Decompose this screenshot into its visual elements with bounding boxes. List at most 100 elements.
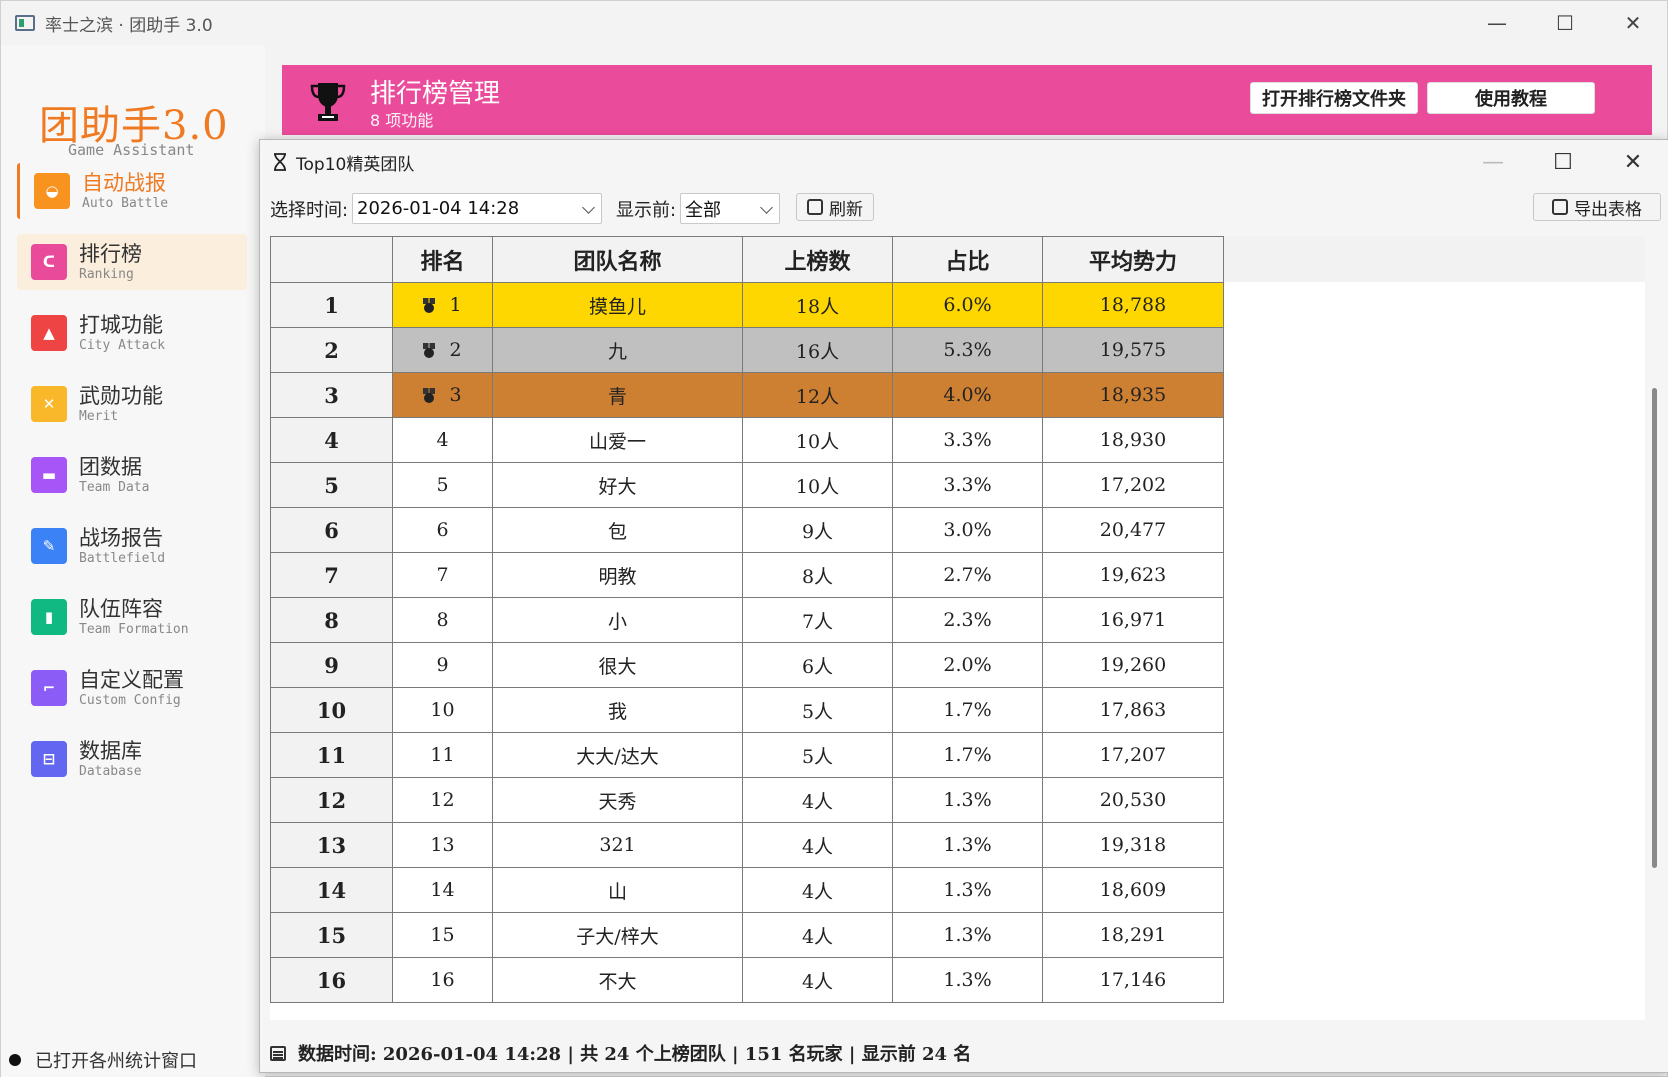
- column-header-rank[interactable]: 排名: [392, 236, 493, 283]
- banner-subtitle: 8 项功能: [370, 111, 434, 130]
- open-ranking-folder-button[interactable]: 打开排行榜文件夹: [1250, 82, 1418, 114]
- ranking-table: 排名 团队名称 上榜数 占比 平均势力 1 1 摸鱼儿 18人 6.0% 18,788 2 2…: [270, 236, 1224, 1003]
- rank-value: 4: [436, 429, 449, 451]
- cell-count: 4人: [742, 912, 893, 958]
- cell-count: 4人: [742, 867, 893, 913]
- cell-team-name: 小: [492, 597, 743, 643]
- cell-rank: 10: [392, 687, 493, 733]
- main-window: 率士之滨 · 团助手 3.0 — ☐ ✕ 团助手3.0 Game Assista…: [0, 0, 1668, 1077]
- minimize-button[interactable]: —: [1463, 1, 1531, 45]
- sidebar-item-database[interactable]: ⊟ 数据库 Database: [17, 731, 247, 787]
- dialog-window-controls: — ☐ ✕: [1458, 140, 1668, 184]
- rank-value: 6: [436, 519, 449, 541]
- dialog-maximize-button[interactable]: ☐: [1528, 140, 1598, 184]
- table-row[interactable]: 16 16 不大 4人 1.3% 17,146: [270, 957, 1224, 1003]
- column-header-avg-power[interactable]: 平均势力: [1042, 236, 1224, 283]
- export-table-button[interactable]: 导出表格: [1533, 193, 1661, 221]
- merit-icon: ✕: [31, 386, 67, 422]
- cell-count: 4人: [742, 957, 893, 1003]
- cell-rank: 3: [392, 372, 493, 418]
- column-header-ratio[interactable]: 占比: [892, 236, 1043, 283]
- cell-ratio: 1.3%: [892, 777, 1043, 823]
- table-row[interactable]: 2 2 九 16人 5.3% 19,575: [270, 327, 1224, 373]
- sidebar-item-sublabel: Battlefield: [79, 551, 166, 566]
- table-row[interactable]: 11 11 大大/达大 5人 1.7% 17,207: [270, 732, 1224, 778]
- sidebar-item-merit[interactable]: ✕ 武勋功能 Merit: [17, 376, 247, 432]
- cell-team-name: 321: [492, 822, 743, 868]
- sidebar-item-auto-battle[interactable]: ◒ 自动战报 Auto Battle: [17, 163, 247, 219]
- sidebar-item-text: 排行榜 Ranking: [79, 241, 142, 283]
- ranking-table-container[interactable]: 排名 团队名称 上榜数 占比 平均势力 1 1 摸鱼儿 18人 6.0% 18,788 2 2…: [270, 236, 1645, 1020]
- cell-team-name: 山: [492, 867, 743, 913]
- cell-avg-power: 17,146: [1042, 957, 1224, 1003]
- table-row[interactable]: 7 7 明教 8人 2.7% 19,623: [270, 552, 1224, 598]
- cell-count: 16人: [742, 327, 893, 373]
- sidebar-item-team-formation[interactable]: ▮ 队伍阵容 Team Formation: [17, 589, 247, 645]
- cell-avg-power: 17,207: [1042, 732, 1224, 778]
- table-row[interactable]: 14 14 山 4人 1.3% 18,609: [270, 867, 1224, 913]
- sidebar-item-custom-config[interactable]: ⌐ 自定义配置 Custom Config: [17, 660, 247, 716]
- cell-avg-power: 19,575: [1042, 327, 1224, 373]
- table-row[interactable]: 6 6 包 9人 3.0% 20,477: [270, 507, 1224, 553]
- cell-count: 4人: [742, 777, 893, 823]
- cell-avg-power: 20,477: [1042, 507, 1224, 553]
- cell-rank: 8: [392, 597, 493, 643]
- cell-count: 9人: [742, 507, 893, 553]
- sidebar-item-battlefield[interactable]: ✎ 战场报告 Battlefield: [17, 518, 247, 574]
- sidebar-item-ranking[interactable]: ᑕ 排行榜 Ranking: [17, 234, 247, 290]
- cell-team-name: 子大/梓大: [492, 912, 743, 958]
- dialog-title: Top10精英团队: [296, 154, 415, 175]
- rank-value: 8: [436, 609, 449, 631]
- show-top-select[interactable]: 全部: [680, 193, 780, 224]
- row-index: 16: [270, 957, 393, 1003]
- status-text: 数据时间: 2026-01-04 14:28 | 共 24 个上榜团队 | 15…: [298, 1044, 972, 1065]
- time-select[interactable]: 2026-01-04 14:28: [352, 193, 602, 224]
- sidebar-item-label: 武勋功能: [79, 384, 163, 408]
- sidebar-item-text: 打城功能 City Attack: [79, 312, 165, 354]
- table-scrollbar[interactable]: [1652, 248, 1658, 1028]
- export-label: 导出表格: [1574, 199, 1642, 220]
- dialog-close-button[interactable]: ✕: [1598, 140, 1668, 184]
- window-title: 率士之滨 · 团助手 3.0: [45, 15, 213, 36]
- close-button[interactable]: ✕: [1599, 1, 1667, 45]
- scrollbar-thumb[interactable]: [1652, 388, 1657, 868]
- cell-ratio: 1.3%: [892, 912, 1043, 958]
- refresh-button[interactable]: 刷新: [796, 193, 874, 221]
- table-header-row: 排名 团队名称 上榜数 占比 平均势力: [270, 236, 1224, 283]
- table-row[interactable]: 13 13 321 4人 1.3% 19,318: [270, 822, 1224, 868]
- rank-value: 10: [430, 699, 455, 721]
- cell-ratio: 3.0%: [892, 507, 1043, 553]
- table-row[interactable]: 1 1 摸鱼儿 18人 6.0% 18,788: [270, 282, 1224, 328]
- table-row[interactable]: 10 10 我 5人 1.7% 17,863: [270, 687, 1224, 733]
- sidebar-item-text: 武勋功能 Merit: [79, 383, 163, 425]
- column-header-count[interactable]: 上榜数: [742, 236, 893, 283]
- sidebar-item-team-data[interactable]: ▬ 团数据 Team Data: [17, 447, 247, 503]
- cell-avg-power: 19,623: [1042, 552, 1224, 598]
- sidebar-item-text: 团数据 Team Data: [79, 454, 149, 496]
- cell-rank: 16: [392, 957, 493, 1003]
- table-row[interactable]: 12 12 天秀 4人 1.3% 20,530: [270, 777, 1224, 823]
- sidebar-item-city-attack[interactable]: ▲ 打城功能 City Attack: [17, 305, 247, 361]
- cell-ratio: 5.3%: [892, 327, 1043, 373]
- cell-ratio: 1.7%: [892, 732, 1043, 778]
- rank-value: 1: [449, 294, 462, 316]
- table-row[interactable]: 3 3 青 12人 4.0% 18,935: [270, 372, 1224, 418]
- table-row[interactable]: 8 8 小 7人 2.3% 16,971: [270, 597, 1224, 643]
- cell-team-name: 不大: [492, 957, 743, 1003]
- cell-rank: 1: [392, 282, 493, 328]
- cell-team-name: 我: [492, 687, 743, 733]
- table-row[interactable]: 15 15 子大/梓大 4人 1.3% 18,291: [270, 912, 1224, 958]
- battle-icon: ◒: [34, 173, 70, 209]
- dialog-toolbar: 选择时间: 2026-01-04 14:28 显示前: 全部 刷新 导出表格: [260, 190, 1668, 226]
- column-header-team-name[interactable]: 团队名称: [492, 236, 743, 283]
- table-row[interactable]: 4 4 山爱一 10人 3.3% 18,930: [270, 417, 1224, 463]
- sidebar-item-label: 自定义配置: [79, 668, 184, 692]
- tutorial-button[interactable]: 使用教程: [1427, 82, 1595, 114]
- table-row[interactable]: 5 5 好大 10人 3.3% 17,202: [270, 462, 1224, 508]
- sidebar-item-text: 自定义配置 Custom Config: [79, 667, 184, 709]
- calendar-icon: [270, 1045, 286, 1061]
- table-row[interactable]: 9 9 很大 6人 2.0% 19,260: [270, 642, 1224, 688]
- dialog-minimize-button[interactable]: —: [1458, 140, 1528, 184]
- maximize-button[interactable]: ☐: [1531, 1, 1599, 45]
- ranking-icon: ᑕ: [31, 244, 67, 280]
